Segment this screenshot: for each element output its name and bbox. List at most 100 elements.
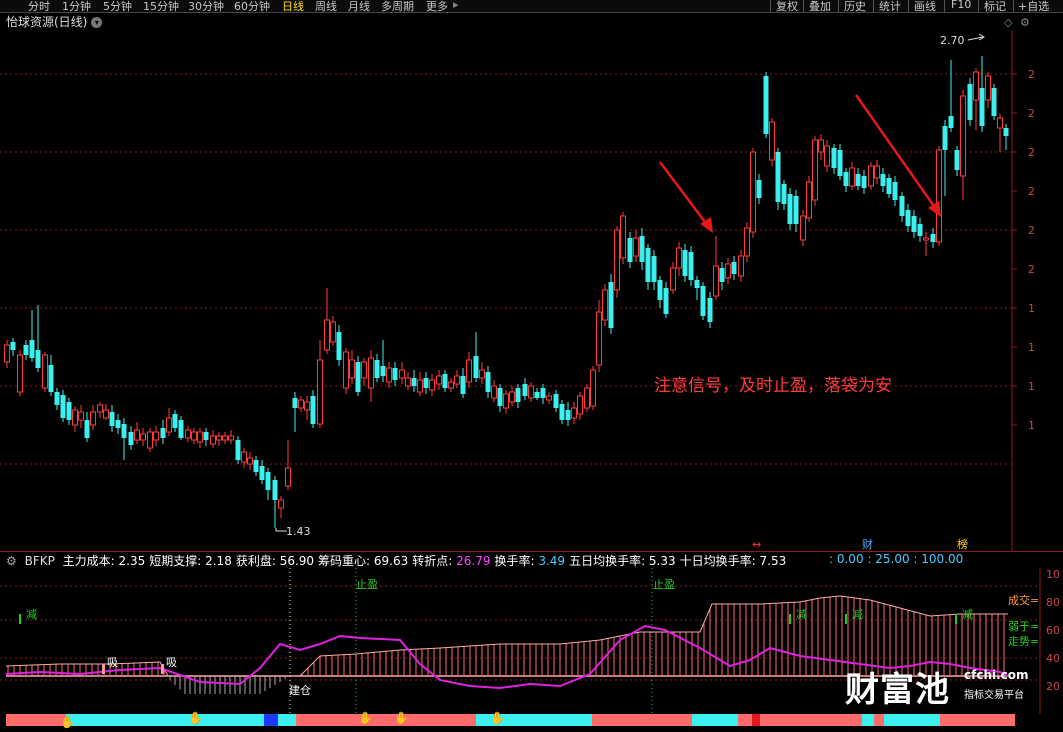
candle <box>48 355 54 396</box>
hand-signal-icon: ✋ <box>60 715 75 729</box>
candle <box>228 430 234 444</box>
hand-signal-icon: ✋ <box>358 711 373 725</box>
candle <box>676 242 682 276</box>
price-axis-label: 1 <box>1028 419 1035 432</box>
event-badge-finance[interactable]: 财 <box>862 537 873 551</box>
candle <box>197 428 203 448</box>
candlestick-chart[interactable]: 2222221111 ◇ ⚙ 2.70 1.43 注意信号，及时止盈，落袋为安 … <box>0 0 1063 552</box>
candle <box>128 426 134 450</box>
candle <box>35 305 41 372</box>
low-price-label: 1.43 <box>286 525 311 538</box>
candle <box>546 392 552 404</box>
candle <box>960 90 966 200</box>
indicator-toggle-icon[interactable]: ⚙ <box>6 554 17 568</box>
candle <box>298 396 304 412</box>
candle <box>515 384 521 408</box>
indicator-name[interactable]: BFKP <box>25 554 55 568</box>
candle <box>147 428 153 452</box>
candle <box>738 250 744 282</box>
candle <box>627 232 633 268</box>
absorb-signal-icon <box>161 664 164 674</box>
candle <box>10 338 16 356</box>
candle <box>880 168 886 192</box>
candle <box>392 362 398 386</box>
candle <box>528 382 534 402</box>
reduce-signal: 减 <box>796 608 807 621</box>
price-axis-label: 1 <box>1028 302 1035 315</box>
diamond-icon[interactable]: ◇ <box>1004 16 1013 29</box>
candle <box>60 390 66 422</box>
indicator-item-value: 3.49 <box>538 554 566 568</box>
indicator-item: 换手率: 3.49 <box>494 554 566 568</box>
settings-icon[interactable]: ⚙ <box>1020 16 1030 29</box>
candle <box>247 452 253 470</box>
high-price-arrow-icon <box>967 33 985 41</box>
indicator-right-label: 成交= <box>1008 593 1039 607</box>
event-badge-red[interactable]: ↔ <box>752 538 761 551</box>
candle <box>473 332 479 382</box>
candle <box>596 300 602 372</box>
candle <box>930 228 936 248</box>
signal-strip-segment <box>466 714 476 726</box>
price-axis-label: 2 <box>1028 185 1035 198</box>
candle <box>942 120 948 196</box>
watermark-logo: 财富池 <box>845 670 950 710</box>
absorb-signal-icon <box>102 664 105 674</box>
candle <box>700 282 706 320</box>
candle <box>97 402 103 418</box>
candle <box>153 426 159 446</box>
candle <box>534 388 540 400</box>
candle <box>386 362 392 388</box>
indicator-axis-label: 20 <box>1046 680 1060 693</box>
candle <box>633 230 639 262</box>
indicator-right-label: 弱于= <box>1008 620 1039 633</box>
signal-strip-segment <box>692 714 738 726</box>
candle <box>571 402 577 424</box>
indicator-item: 筹码重心: 69.63 <box>318 554 409 568</box>
candle <box>584 384 590 412</box>
hand-signal-icon: ✋ <box>490 711 505 725</box>
candle <box>121 418 127 460</box>
candle <box>90 405 96 430</box>
candle <box>454 370 460 388</box>
candle <box>694 276 700 300</box>
indicator-item: 转折点: 26.79 <box>412 554 491 568</box>
signal-strip-segment <box>760 714 862 726</box>
candle <box>448 378 454 392</box>
candle <box>265 468 271 500</box>
indicator-values: 主力成本: 2.35 短期支撑: 2.18 获利盘: 56.90 筹码重心: 69.6… <box>63 554 791 568</box>
candle <box>29 310 35 362</box>
candle <box>911 210 917 238</box>
candle <box>602 284 608 326</box>
candle <box>374 354 380 382</box>
signal-strip-segment <box>940 714 1015 726</box>
candle <box>272 476 278 528</box>
candle <box>682 244 688 282</box>
annotation-arrow-2-icon <box>854 94 941 217</box>
indicator-item-value: 26.79 <box>456 554 491 568</box>
candle <box>178 416 184 440</box>
candle <box>565 402 571 426</box>
candle <box>509 386 515 406</box>
candle <box>115 414 121 434</box>
price-axis-label: 2 <box>1028 263 1035 276</box>
reduce-signal: 减 <box>26 608 37 621</box>
candle <box>973 68 979 130</box>
reduce-signal-icon <box>789 614 791 624</box>
watermark-tagline: 指标交易平台 <box>964 690 1024 701</box>
price-axis-label: 1 <box>1028 380 1035 393</box>
candle <box>160 420 166 444</box>
indicator-axis-label: 60 <box>1046 624 1060 637</box>
reduce-signal: 减 <box>852 608 863 621</box>
candle <box>719 262 725 290</box>
candle <box>1003 124 1009 150</box>
reduce-signal: 减 <box>962 608 973 621</box>
candle <box>460 368 466 398</box>
indicator-item-value: 56.90 <box>279 554 315 568</box>
candle <box>292 392 298 432</box>
candle <box>855 168 861 190</box>
event-badge-rank[interactable]: 榜 <box>957 537 968 551</box>
candle <box>336 325 342 366</box>
indicator-item: 主力成本: 2.35 <box>62 554 146 568</box>
indicator-header: ⚙ BFKP 主力成本: 2.35 短期支撑: 2.18 获利盘: 56.90 筹码重… <box>6 552 794 568</box>
